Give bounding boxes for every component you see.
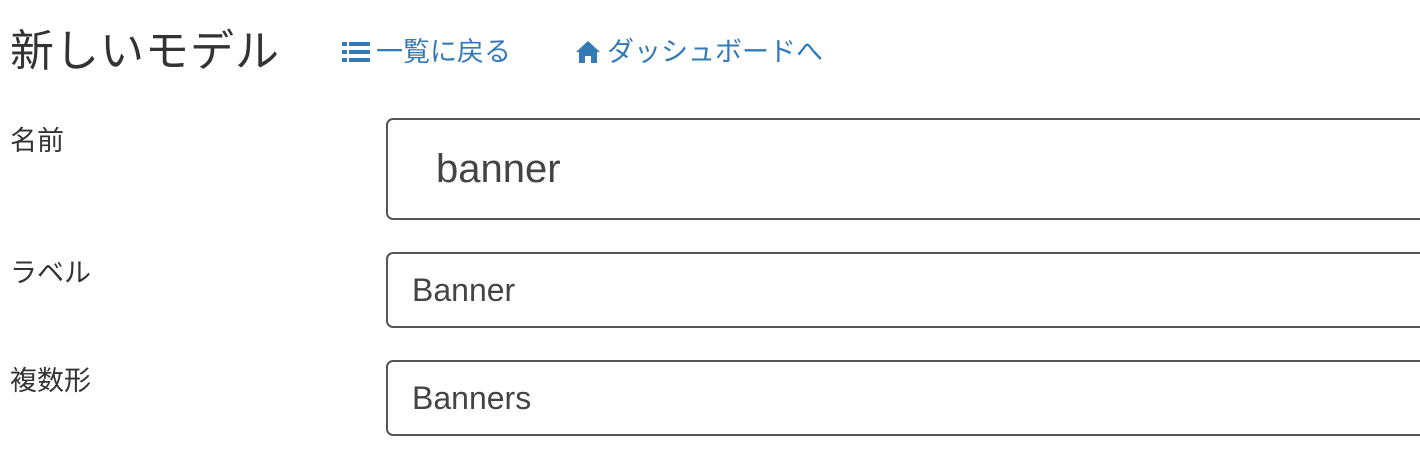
dashboard-link[interactable]: ダッシュボードへ	[575, 39, 823, 66]
label-input[interactable]	[386, 252, 1420, 328]
label-label: ラベル	[10, 258, 91, 289]
plural-label: 複数形	[10, 366, 91, 397]
name-input[interactable]	[386, 118, 1420, 220]
page-title: 新しいモデル	[10, 26, 280, 77]
back-to-list-label: 一覧に戻る	[376, 36, 511, 68]
back-to-list-link[interactable]: 一覧に戻る	[342, 39, 511, 66]
page-header: 新しいモデル 一覧に戻る ダッシュボードへ	[10, 22, 823, 82]
home-icon	[575, 40, 601, 64]
plural-input[interactable]	[386, 360, 1420, 436]
model-form-page: 新しいモデル 一覧に戻る ダッシュボードへ 名前 banner ラベル Bann…	[0, 0, 1420, 458]
name-label: 名前	[10, 126, 64, 157]
dashboard-label: ダッシュボードへ	[607, 36, 823, 68]
list-icon	[342, 41, 370, 63]
